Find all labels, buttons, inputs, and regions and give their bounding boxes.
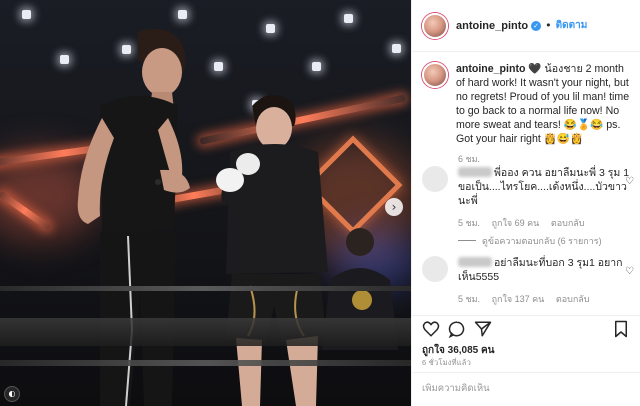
chevron-right-icon: › [391,200,397,214]
add-comment-input[interactable] [422,383,622,394]
comments-list[interactable]: antoine_pinto 🖤 น้องชาย 2 month of hard … [412,52,640,315]
ceiling-light [392,44,401,53]
view-replies-label: ดูข้อความตอบกลับ (6 รายการ) [482,236,602,246]
verified-check-icon: ✓ [531,20,542,31]
like-count[interactable]: ถูกใจ 36,085 คน [422,343,495,358]
comment-likes[interactable]: ถูกใจ 69 คน [492,218,540,228]
caption-avatar[interactable] [422,62,448,88]
ceiling-light [214,62,223,71]
heart-icon[interactable]: ♡ [625,266,634,277]
comment-text: อย่าลืมนะที่บอก 3 รุม1 อยากเห็น5555 [458,256,630,284]
ceiling-light [178,10,187,19]
comment-time: 5 ชม. [458,218,481,228]
author-username[interactable]: antoine_pinto [456,20,528,32]
comment-time: 5 ชม. [458,294,481,304]
action-bar [412,315,640,339]
ceiling-light [312,62,321,71]
trainer-figure [77,28,190,406]
comment-bubble-icon[interactable] [448,320,466,338]
ring-rope [0,360,411,366]
ceiling-light [344,14,353,23]
post-header: antoine_pinto ✓ • ติดตาม [412,0,640,52]
reply-button[interactable]: ตอบกลับ [556,294,590,304]
comment-text: พี่ออง ควน อยาลืมนะพี่ 3 รุม 1 ขอเป็น...… [458,166,630,208]
header-separator: • [545,19,552,32]
ring-rope [0,286,411,291]
ring-rope [0,318,411,346]
comment-meta: 5 ชม. ถูกใจ 137 คน ตอบกลับ [458,292,599,306]
caption-time: 6 ชม. [458,154,481,164]
post-time-ago: 6 ชั่วโมงที่แล้ว [422,358,471,367]
post-side-panel: antoine_pinto ✓ • ติดตาม antoine_pinto 🖤… [411,0,640,406]
caption: antoine_pinto 🖤 น้องชาย 2 month of hard … [422,62,636,146]
commenter-username-blurred[interactable] [458,257,492,267]
next-photo-button[interactable]: › [385,198,403,216]
post-modal: › antoine_pinto ✓ • ติดตาม antoine_pinto… [0,0,640,406]
comment-meta: 5 ชม. ถูกใจ 69 คน ตอบกลับ [458,216,594,230]
commenter-username-blurred[interactable] [458,167,492,177]
caption-text: antoine_pinto 🖤 น้องชาย 2 month of hard … [456,62,634,146]
reply-button[interactable]: ตอบกลับ [551,218,585,228]
heart-icon[interactable] [422,320,440,338]
post-photo: › [0,0,411,406]
window-badge-icon[interactable]: ◐ [4,386,20,402]
view-replies-button[interactable]: ดูข้อความตอบกลับ (6 รายการ) [458,234,602,248]
heart-icon[interactable]: ♡ [625,176,634,187]
caption-username[interactable]: antoine_pinto [456,63,525,75]
ceiling-light [22,10,31,19]
paper-plane-icon[interactable] [474,320,492,338]
bookmark-icon[interactable] [612,320,630,338]
comment-likes[interactable]: ถูกใจ 137 คน [492,294,545,304]
follow-button[interactable]: ติดตาม [556,18,588,33]
author-avatar[interactable] [422,12,448,39]
boxer-figure [216,94,328,406]
add-comment-bar [412,372,640,406]
commenter-avatar[interactable] [422,166,448,192]
replies-line [458,240,476,241]
close-icon[interactable]: ✕ [620,6,633,24]
ceiling-light [266,24,275,33]
caption-body: 🖤 น้องชาย 2 month of hard work! It wasn'… [456,63,630,145]
commenter-avatar[interactable] [422,256,448,282]
